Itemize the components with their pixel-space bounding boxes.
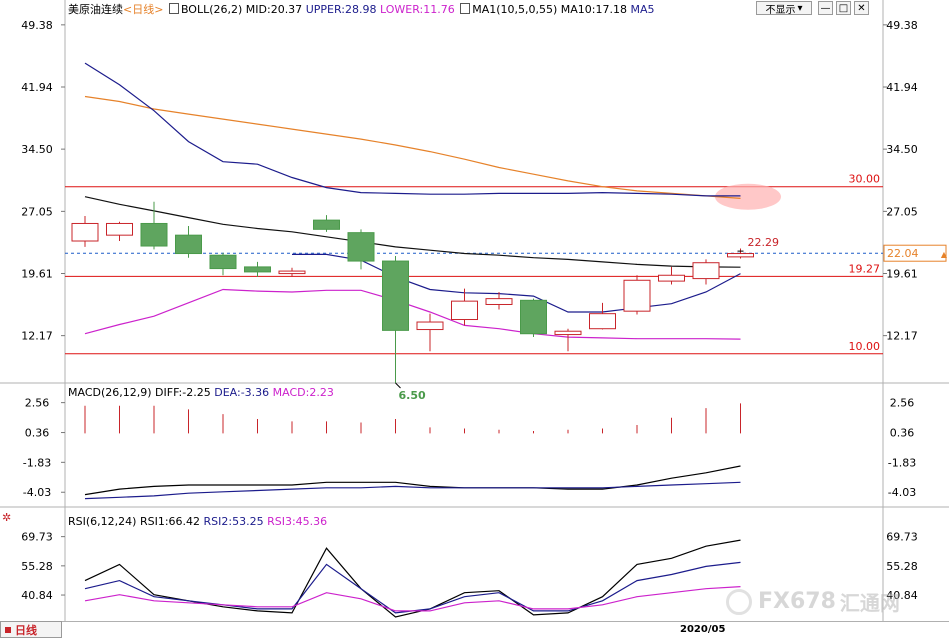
hline-label: 10.00 [849, 340, 881, 353]
candle-body[interactable] [485, 298, 513, 305]
macd-diff-line [84, 465, 741, 496]
price-tick-label-right: 49.38 [886, 19, 918, 32]
macd-diff: DIFF:-2.25 [155, 386, 211, 399]
candle-body[interactable] [175, 234, 202, 255]
minimize-icon: — [820, 2, 831, 14]
boll-lower: LOWER:11.76 [379, 3, 455, 16]
low-marker [395, 382, 401, 389]
rsi-tick-label-right: 55.28 [886, 560, 918, 573]
macd-tick-label-left: 0.36 [25, 427, 50, 440]
rsi-tick-label-left: 55.28 [21, 560, 53, 573]
restore-button[interactable]: □ [836, 1, 851, 15]
price-chart[interactable]: 49.38 49.38 41.94 41.94 34.50 34.50 27.05 27.05… [0, 0, 949, 639]
gear-icon[interactable]: ✲ [2, 511, 11, 524]
red-square-icon [5, 626, 11, 633]
macd-tick-label-right: -4.03 [888, 486, 916, 499]
ma-label: MA1(10,5,0,55) [472, 3, 558, 16]
macd-value: MACD:2.23 [272, 386, 334, 399]
price-tick-label-right: 19.61 [886, 268, 918, 281]
macd-tick-label-left: -4.03 [23, 486, 51, 499]
rsi2-line [84, 561, 741, 614]
price-tick-label-left: 12.17 [21, 330, 53, 343]
candle-body[interactable] [554, 330, 582, 336]
watermark-logo: FX678 汇通网 [726, 587, 900, 616]
hide-indicator-button[interactable]: 不显示 ▾ [756, 1, 812, 16]
price-tick-label-left: 41.94 [21, 81, 53, 94]
ma-indicator-icon [460, 3, 471, 14]
price-tick-label-left: 19.61 [21, 268, 53, 281]
macd-tick-label-right: -1.83 [888, 456, 916, 469]
ma5-value: MA5 [630, 3, 655, 16]
price-tick-label-right: 27.05 [886, 205, 918, 218]
rsi-label: RSI(6,12,24) [68, 515, 137, 528]
rsi3-value: RSI3:45.36 [267, 515, 328, 528]
candle-body[interactable] [382, 260, 409, 331]
current-price-label: 22.04 [887, 247, 919, 260]
candle-body[interactable] [106, 222, 133, 236]
candle-body[interactable] [278, 270, 306, 275]
price-tick-label-right: 12.17 [886, 330, 918, 343]
macd-label: MACD(26,12,9) [68, 386, 152, 399]
date-label: 2020/05 [680, 624, 726, 635]
candle-body[interactable] [623, 279, 651, 312]
rsi2-value: RSI2:53.25 [203, 515, 264, 528]
hline-label: 19.27 [849, 262, 881, 275]
candle-body[interactable] [71, 222, 99, 242]
macd-tick-label-left: 2.56 [25, 397, 50, 410]
boll-mid: MID:20.37 [245, 3, 303, 16]
candle-body[interactable] [589, 313, 616, 330]
logo-icon [726, 588, 752, 615]
macd-dea: DEA:-3.36 [214, 386, 270, 399]
candle-body[interactable] [692, 262, 720, 280]
watermark-text: FX678 [758, 589, 836, 614]
candle-body[interactable] [313, 219, 340, 230]
boll-indicator-icon [168, 3, 179, 14]
rsi-tick-label-right: 69.73 [886, 531, 918, 544]
candle-body[interactable] [140, 222, 168, 247]
high-label: 22.29 [748, 236, 780, 249]
macd-tick-label-right: 0.36 [890, 427, 915, 440]
price-tick-label-right: 34.50 [886, 143, 918, 156]
rsi1-line [84, 539, 741, 618]
price-arrow-icon: ▲ [941, 250, 948, 259]
boll-label: BOLL(26,2) [180, 3, 243, 16]
candle-body[interactable] [727, 253, 754, 258]
low-label: 6.50 [399, 389, 426, 402]
restore-icon: □ [838, 2, 849, 14]
price-tick-label-left: 34.50 [21, 143, 53, 156]
close-button[interactable]: ✕ [854, 1, 869, 15]
minimize-button[interactable]: — [818, 1, 833, 15]
watermark-text-cn: 汇通网 [839, 591, 900, 615]
candle-body[interactable] [209, 254, 237, 270]
rsi3-line [84, 586, 741, 612]
candle-body[interactable] [347, 232, 375, 262]
price-tick-label-left: 49.38 [21, 19, 53, 32]
rsi-header: RSI(6,12,24) RSI1:66.42 RSI2:53.25 RSI3:… [68, 515, 327, 528]
period-tab-label: 日线 [15, 623, 37, 637]
boll-upper: UPPER:28.98 [305, 3, 377, 16]
macd-header: MACD(26,12,9) DIFF:-2.25 DEA:-3.36 MACD:… [68, 386, 334, 399]
candle-body[interactable] [520, 299, 547, 335]
instrument-name[interactable]: 美原油连续 [68, 3, 123, 16]
main-header: 美原油连续<日线> BOLL(26,2) MID:20.37 UPPER:28.… [68, 1, 655, 17]
candle-body[interactable] [244, 266, 271, 273]
rsi-tick-label-left: 40.84 [21, 589, 53, 602]
rsi1-value: RSI1:66.42 [139, 515, 201, 528]
candle-body[interactable] [658, 274, 685, 282]
macd-tick-label-left: -1.83 [23, 456, 51, 469]
macd-panel[interactable]: 2.56 2.56 0.36 0.36 -1.83 -1.83 -4.03 -4.03 [23, 397, 916, 500]
candle-body[interactable] [416, 321, 444, 331]
chevron-down-icon: ▾ [797, 2, 803, 14]
price-tick-label-right: 41.94 [886, 81, 918, 94]
hline-label: 30.00 [849, 173, 881, 186]
footer-bar [0, 621, 949, 640]
period-tab[interactable]: 日线 [0, 621, 62, 638]
period-label: <日线> [123, 3, 164, 16]
close-icon: ✕ [857, 2, 866, 14]
price-tick-label-left: 27.05 [21, 205, 53, 218]
rsi-tick-label-left: 69.73 [21, 531, 53, 544]
ma10-value: MA10:17.18 [560, 3, 627, 16]
macd-tick-label-right: 2.56 [890, 397, 915, 410]
candle-body[interactable] [451, 300, 478, 321]
